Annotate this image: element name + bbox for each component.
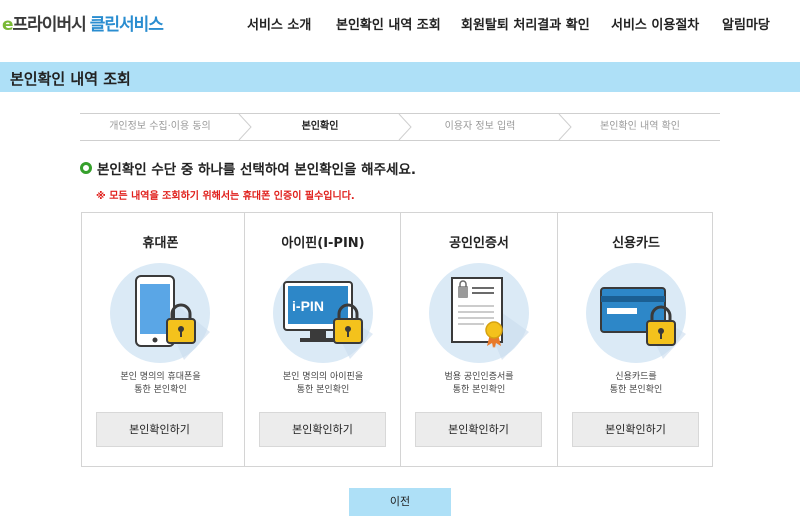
instruction-text: 본인확인 수단 중 하나를 선택하여 본인확인을 해주세요.	[97, 162, 416, 178]
card-title: 공인인증서	[449, 236, 509, 251]
card-mobile: 휴대폰 본인 명의의 휴대폰을 통한 본인확인 본인확인하기	[82, 213, 239, 466]
verification-methods: 휴대폰 본인 명의의 휴대폰을 통한 본인확인 본인확인하기 아이핀(I-PIN…	[81, 212, 713, 467]
bullet-circle-icon	[80, 162, 92, 174]
ipin-label: i-PIN	[292, 298, 324, 314]
certificate-icon	[429, 263, 529, 363]
verify-mobile-button[interactable]: 본인확인하기	[96, 412, 223, 447]
card-desc-line2: 통한 본인확인	[296, 385, 350, 395]
step-consent: 개인정보 수집·이용 동의	[109, 121, 211, 132]
step-verification: 본인확인	[301, 121, 339, 132]
step-indicator: 개인정보 수집·이용 동의 본인확인 이용자 정보 입력 본인확인 내역 확인	[80, 113, 720, 141]
credit-card-lock-icon	[586, 263, 686, 363]
card-desc-line1: 범용 공인인증서를	[444, 372, 514, 382]
header: e프라이버시 클린서비스 서비스 소개 본인확인 내역 조회 회원탈퇴 처리결과 …	[0, 0, 800, 44]
nav-verification-history[interactable]: 본인확인 내역 조회	[336, 14, 441, 33]
card-certificate: 공인인증서 범용 공인인증서를 통한 본인확인 본인확인하기	[400, 213, 557, 466]
notice-text: ※ 모든 내역을 조회하기 위해서는 휴대폰 인증이 필수입니다.	[96, 191, 355, 202]
prev-button[interactable]: 이전	[349, 488, 451, 516]
card-title: 휴대폰	[142, 236, 179, 251]
verify-credit-card-button[interactable]: 본인확인하기	[572, 412, 699, 447]
ipin-monitor-lock-icon: i-PIN	[273, 263, 373, 363]
card-credit-card: 신용카드 신용카드를 통한 본인확인 본인확인하기	[557, 213, 714, 466]
step-user-info: 이용자 정보 입력	[444, 121, 516, 132]
verify-certificate-button[interactable]: 본인확인하기	[415, 412, 542, 447]
nav-withdrawal-result[interactable]: 회원탈퇴 처리결과 확인	[461, 14, 590, 33]
verify-ipin-button[interactable]: 본인확인하기	[259, 412, 386, 447]
mobile-phone-lock-icon	[110, 263, 210, 363]
card-title: 신용카드	[612, 236, 660, 251]
card-desc-line1: 신용카드를	[615, 372, 657, 382]
card-desc-line1: 본인 명의의 아이핀을	[282, 372, 364, 382]
title-bar: 본인확인 내역 조회	[0, 62, 800, 92]
card-desc-line2: 통한 본인확인	[452, 385, 506, 395]
card-desc-line1: 본인 명의의 휴대폰을	[120, 372, 201, 382]
nav-service-procedure[interactable]: 서비스 이용절차	[611, 14, 699, 33]
main-nav: 서비스 소개 본인확인 내역 조회 회원탈퇴 처리결과 확인 서비스 이용절차 …	[0, 14, 800, 33]
nav-service-intro[interactable]: 서비스 소개	[247, 14, 311, 33]
step-history-check: 본인확인 내역 확인	[600, 121, 680, 132]
page-title: 본인확인 내역 조회	[10, 70, 131, 88]
card-desc-line2: 통한 본인확인	[134, 385, 187, 395]
card-ipin: 아이핀(I-PIN) i-PIN 본인 명의의 아이핀을 통한 본인확인 본인확…	[244, 213, 401, 466]
card-desc-line2: 통한 본인확인	[609, 385, 663, 395]
card-title: 아이핀(I-PIN)	[281, 236, 365, 251]
nav-notices[interactable]: 알림마당	[722, 14, 770, 33]
